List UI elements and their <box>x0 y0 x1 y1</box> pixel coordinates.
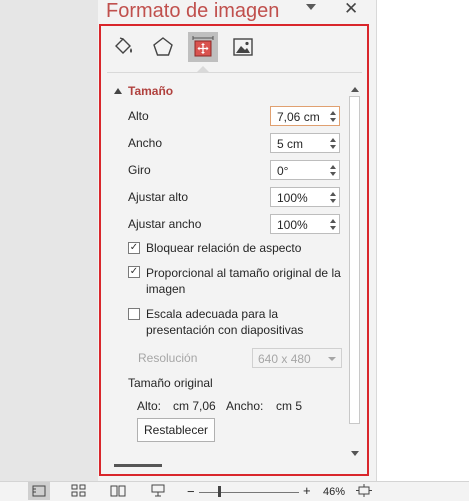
best-scale-checkbox[interactable] <box>128 308 140 320</box>
paint-bucket-icon <box>115 37 132 54</box>
scale-width-up-arrow-icon[interactable] <box>330 219 336 223</box>
book-icon <box>110 485 126 497</box>
reset-button[interactable]: Restablecer <box>137 418 215 442</box>
rotation-down-arrow-icon[interactable] <box>330 172 336 176</box>
zoom-slider-thumb[interactable] <box>218 486 221 497</box>
scale-height-value: 100% <box>277 191 308 205</box>
original-height-label: Alto: <box>137 399 162 413</box>
resolution-dropdown[interactable]: 640 x 480 <box>252 348 342 368</box>
width-down-arrow-icon[interactable] <box>330 145 336 149</box>
height-label: Alto <box>128 109 149 123</box>
scrollbar-thumb[interactable] <box>349 96 360 424</box>
scale-width-down-arrow-icon[interactable] <box>330 226 336 230</box>
size-section-header[interactable]: Tamaño <box>114 84 173 98</box>
fill-line-tab[interactable] <box>108 32 138 62</box>
height-value: 7,06 cm <box>277 110 320 124</box>
picture-tab[interactable] <box>228 32 258 62</box>
chevron-down-icon <box>328 357 336 361</box>
best-scale-label[interactable]: Escala adecuada para la presentación con… <box>146 306 326 338</box>
zoom-out-button[interactable]: − <box>187 484 195 499</box>
scale-width-value: 100% <box>277 218 308 232</box>
fit-to-window-icon <box>356 484 372 497</box>
effects-tab[interactable] <box>148 32 178 62</box>
zoom-in-button[interactable]: + <box>303 483 311 498</box>
original-height-value: cm 7,06 <box>173 399 216 413</box>
width-value: 5 cm <box>277 137 304 151</box>
slide-sorter-button[interactable] <box>71 484 87 497</box>
width-up-arrow-icon[interactable] <box>330 138 336 142</box>
section-title: Tamaño <box>128 84 174 98</box>
relative-original-label[interactable]: Proporcional al tamaño original de la im… <box>146 265 346 297</box>
fit-slide-button[interactable] <box>356 484 372 497</box>
zoom-slider-track[interactable] <box>199 492 299 493</box>
rotation-up-arrow-icon[interactable] <box>330 165 336 169</box>
slide-sorter-icon <box>71 484 86 497</box>
pane-options-dropdown-icon[interactable] <box>306 4 316 10</box>
zoom-level[interactable]: 46% <box>323 486 345 498</box>
resolution-value: 640 x 480 <box>258 352 311 366</box>
collapse-triangle-icon <box>114 88 122 94</box>
next-section-peek <box>114 463 174 467</box>
width-spinner[interactable]: 5 cm <box>270 133 340 153</box>
height-spinner[interactable]: 7,06 cm <box>270 106 340 126</box>
size-properties-tab[interactable] <box>188 32 218 62</box>
scale-width-spinner[interactable]: 100% <box>270 214 340 234</box>
original-size-title: Tamaño original <box>128 376 213 390</box>
original-width-label: Ancho: <box>226 399 264 413</box>
scale-width-label: Ajustar ancho <box>128 217 202 231</box>
rotation-value: 0° <box>277 164 289 178</box>
document-area <box>0 0 99 481</box>
pane-title: Formato de imagen <box>106 0 280 22</box>
picture-icon <box>233 38 253 56</box>
lock-aspect-checkbox[interactable]: ✓ <box>128 242 140 254</box>
height-up-arrow-icon[interactable] <box>330 111 336 115</box>
scale-height-up-arrow-icon[interactable] <box>330 192 336 196</box>
scale-height-down-arrow-icon[interactable] <box>330 199 336 203</box>
size-properties-icon <box>192 36 214 57</box>
close-pane-button[interactable]: ✕ <box>344 0 358 19</box>
original-width-value: cm 5 <box>276 399 303 413</box>
height-down-arrow-icon[interactable] <box>330 118 336 122</box>
normal-view-button[interactable] <box>28 482 50 500</box>
width-label: Ancho <box>128 136 163 150</box>
pane-scrollbar[interactable] <box>348 84 361 460</box>
tab-separator <box>107 72 362 73</box>
reading-view-button[interactable] <box>110 484 126 497</box>
scale-height-label: Ajustar alto <box>128 190 189 204</box>
pentagon-icon <box>153 37 173 56</box>
scroll-down-arrow-icon[interactable] <box>351 451 359 456</box>
rotation-label: Giro <box>128 163 151 177</box>
relative-original-checkbox[interactable]: ✓ <box>128 266 140 278</box>
lock-aspect-label[interactable]: Bloquear relación de aspecto <box>146 240 346 256</box>
slideshow-button[interactable] <box>150 484 166 497</box>
scroll-up-arrow-icon[interactable] <box>351 87 359 92</box>
rotation-spinner[interactable]: 0° <box>270 160 340 180</box>
slideshow-icon <box>151 484 165 497</box>
scale-height-spinner[interactable]: 100% <box>270 187 340 207</box>
resolution-label: Resolución <box>138 351 198 365</box>
normal-view-icon <box>32 485 46 497</box>
